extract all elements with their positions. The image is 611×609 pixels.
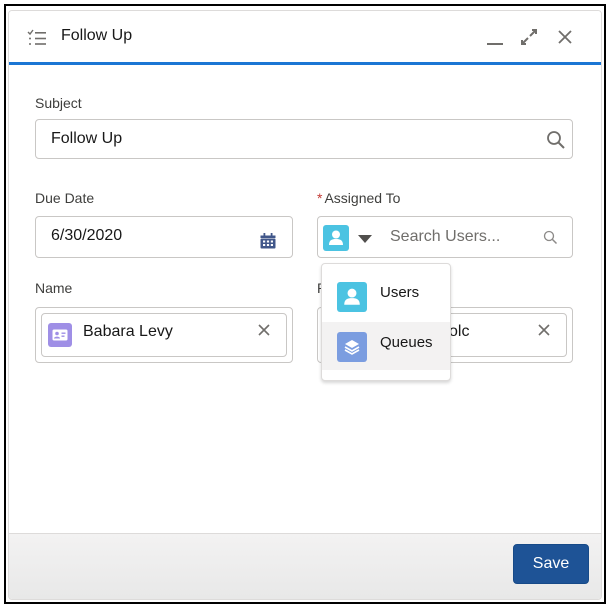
name-lookup[interactable]: Babara Levy bbox=[35, 307, 293, 363]
required-marker: * bbox=[317, 190, 323, 206]
entity-type-dropdown: Users Queues bbox=[321, 263, 451, 381]
expand-icon bbox=[521, 29, 537, 45]
related-to-pill-label: olc bbox=[449, 323, 470, 340]
contact-icon bbox=[52, 329, 68, 341]
panel-header: Follow Up bbox=[9, 11, 601, 65]
expand-button[interactable] bbox=[517, 25, 541, 49]
dropdown-item-users[interactable]: Users bbox=[322, 272, 450, 320]
subject-value: Follow Up bbox=[51, 130, 123, 147]
assigned-to-label-text: Assigned To bbox=[324, 190, 401, 206]
panel-footer: Save bbox=[9, 533, 601, 599]
user-icon bbox=[344, 288, 360, 305]
save-button[interactable]: Save bbox=[513, 544, 589, 584]
panel-title: Follow Up bbox=[61, 27, 133, 44]
calendar-icon[interactable] bbox=[260, 233, 276, 249]
search-icon[interactable] bbox=[546, 130, 566, 150]
chevron-down-icon[interactable] bbox=[358, 235, 372, 244]
close-icon bbox=[558, 30, 572, 44]
due-date-label: Due Date bbox=[35, 190, 95, 206]
search-icon[interactable] bbox=[543, 230, 558, 245]
queues-icon-tile bbox=[337, 332, 367, 362]
user-icon bbox=[329, 230, 343, 245]
name-label: Name bbox=[35, 280, 73, 296]
task-list-icon bbox=[27, 29, 46, 45]
assigned-to-lookup[interactable]: Search Users... bbox=[317, 216, 573, 258]
subject-label: Subject bbox=[35, 95, 82, 111]
name-pill-label: Babara Levy bbox=[83, 323, 173, 340]
remove-icon[interactable] bbox=[536, 322, 552, 338]
subject-input[interactable]: Follow Up bbox=[35, 119, 573, 159]
dropdown-item-label: Users bbox=[380, 284, 420, 301]
assigned-to-label: * Assigned To bbox=[317, 190, 400, 206]
remove-icon[interactable] bbox=[256, 322, 272, 338]
dropdown-item-label: Queues bbox=[380, 334, 433, 351]
screenshot-frame: Follow Up Subject Follow Up Due Date 6/3… bbox=[4, 4, 606, 604]
layers-icon bbox=[344, 340, 360, 355]
minimize-icon bbox=[487, 43, 503, 45]
follow-up-panel: Follow Up Subject Follow Up Due Date 6/3… bbox=[8, 10, 602, 600]
minimize-button[interactable] bbox=[483, 25, 507, 49]
assigned-to-placeholder: Search Users... bbox=[390, 228, 501, 245]
users-icon-tile bbox=[337, 282, 367, 312]
close-button[interactable] bbox=[553, 25, 577, 49]
name-pill[interactable]: Babara Levy bbox=[41, 313, 287, 357]
entity-type-selector[interactable] bbox=[323, 225, 349, 251]
due-date-value: 6/30/2020 bbox=[51, 227, 123, 244]
dropdown-item-queues[interactable]: Queues bbox=[322, 322, 450, 370]
contact-icon-tile bbox=[48, 323, 72, 347]
due-date-input[interactable]: 6/30/2020 bbox=[35, 216, 293, 258]
